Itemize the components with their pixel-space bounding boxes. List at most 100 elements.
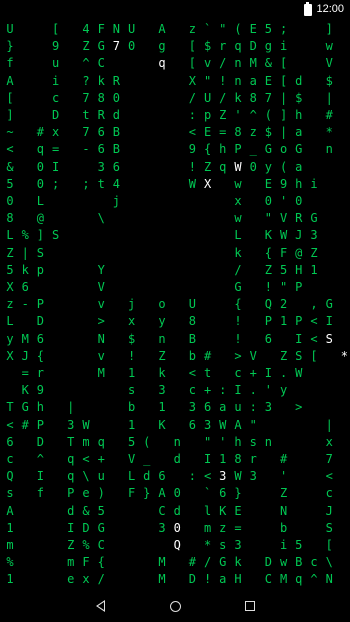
matrix-glyph: [ xyxy=(310,348,318,363)
matrix-glyph: / xyxy=(97,572,105,587)
matrix-glyph: < xyxy=(6,142,14,157)
matrix-glyph: 1 xyxy=(158,400,166,415)
matrix-row: % m F{M # / Gk Dw Bc \ xyxy=(0,553,350,572)
recents-icon xyxy=(245,601,255,611)
matrix-glyph: } xyxy=(234,486,242,501)
matrix-glyph: | xyxy=(325,90,333,105)
matrix-glyph: r xyxy=(249,452,257,466)
matrix-glyph: I xyxy=(36,469,44,484)
matrix-row: Z | Sk{F @ Z xyxy=(0,244,350,263)
matrix-row: < q = -6 B 9{h P _ Go Gn xyxy=(0,140,350,159)
matrix-glyph: V xyxy=(97,280,105,294)
matrix-glyph: N xyxy=(325,572,333,587)
matrix-glyph: S xyxy=(51,228,60,243)
matrix-glyph: q xyxy=(97,434,105,449)
matrix-glyph: 3 xyxy=(264,400,272,415)
matrix-glyph: M xyxy=(158,572,166,587)
matrix-glyph: w xyxy=(234,211,242,226)
matrix-glyph: & xyxy=(6,159,14,174)
status-time: 12:00 xyxy=(316,3,344,15)
matrix-glyph: 3 xyxy=(249,469,257,484)
matrix-row: K 9 s 3 c +: I. ' y xyxy=(0,381,350,400)
matrix-glyph: B xyxy=(112,125,120,140)
matrix-glyph: n xyxy=(325,142,333,157)
matrix-glyph: ) xyxy=(97,486,105,501)
matrix-glyph: n xyxy=(173,434,181,449)
battery-icon xyxy=(304,2,312,16)
matrix-glyph: ] xyxy=(6,108,14,122)
matrix-glyph: g xyxy=(158,39,166,54)
matrix-glyph: B xyxy=(188,331,196,346)
matrix-glyph: ! xyxy=(127,348,136,363)
matrix-glyph: I xyxy=(51,159,60,174)
matrix-glyph: 5 xyxy=(6,176,14,191)
matrix-row: 0 Lj x 0 ' 0 xyxy=(0,192,350,211)
matrix-glyph: / xyxy=(234,262,242,277)
matrix-glyph: * xyxy=(340,348,348,363)
matrix-glyph: $ xyxy=(325,73,333,88)
back-button[interactable] xyxy=(80,590,120,622)
matrix-row: f u ^ Cq[v / n M &[V xyxy=(0,54,350,73)
recents-button[interactable] xyxy=(230,590,270,622)
matrix-glyph: \ xyxy=(325,555,333,570)
matrix-glyph: \ xyxy=(97,211,105,226)
matrix-glyph: A xyxy=(158,22,166,36)
matrix-glyph: { xyxy=(36,348,44,363)
matrix-glyph: P xyxy=(36,417,44,432)
matrix-row: 8 @ \ w " V R G xyxy=(0,209,350,228)
matrix-glyph: M xyxy=(158,555,166,570)
matrix-glyph: 6 xyxy=(36,331,44,346)
matrix-row: Q Iq \ u Ld 6: <3 W 3 ' < xyxy=(0,467,350,486)
matrix-glyph: y xyxy=(279,383,288,398)
matrix-glyph: v xyxy=(97,297,105,312)
matrix-glyph: d xyxy=(295,73,303,88)
matrix-glyph: # xyxy=(325,108,333,122)
matrix-glyph: u xyxy=(97,469,105,484)
matrix-rain-area: U[4 F N U Az ` "(E 5;]} 9 Z G 7 0 g[$ r q Dg i w f u ^ Cq[v / n M… xyxy=(0,20,350,590)
matrix-glyph: 8 xyxy=(188,314,196,329)
matrix-glyph: S xyxy=(325,331,333,346)
matrix-glyph: 0 xyxy=(173,486,181,501)
matrix-glyph: 3 xyxy=(234,538,242,552)
matrix-glyph: w xyxy=(325,39,333,54)
matrix-row: [c 7 8 0/U / k 8 7 | $ | xyxy=(0,89,350,108)
matrix-glyph: > xyxy=(97,314,105,329)
matrix-glyph: 1 xyxy=(127,366,136,380)
matrix-row: < # P 3 W 1 K 6 3 W A " | xyxy=(0,416,350,435)
matrix-row: X 6 V G! " P xyxy=(0,278,350,297)
matrix-glyph: 4 xyxy=(112,176,120,191)
matrix-row: z - Pv j o U{Q 2, G xyxy=(0,295,350,314)
matrix-glyph: G xyxy=(310,211,318,226)
matrix-glyph: A xyxy=(6,503,14,518)
matrix-glyph: 3 xyxy=(158,383,166,398)
matrix-row: ~ # x 7 6 B < E = 8 z $ | a * xyxy=(0,123,350,142)
matrix-glyph: S xyxy=(36,245,44,260)
matrix-row: s f Pe) F} A 0 ` 6} Zc xyxy=(0,484,350,503)
matrix-glyph: V xyxy=(325,56,333,71)
matrix-row: Ad & 5 Cd l K E N J xyxy=(0,502,350,521)
matrix-glyph: w xyxy=(234,176,242,191)
matrix-glyph: U xyxy=(6,22,14,36)
matrix-glyph: | xyxy=(325,417,333,432)
matrix-glyph: [ xyxy=(279,56,288,71)
home-button[interactable] xyxy=(155,590,195,622)
matrix-glyph: V xyxy=(249,348,257,363)
matrix-glyph: U xyxy=(127,22,136,36)
matrix-glyph: ! xyxy=(234,331,242,346)
matrix-glyph: v xyxy=(97,348,105,363)
matrix-glyph: X xyxy=(203,176,212,191)
matrix-glyph: f xyxy=(36,486,44,501)
matrix-glyph: { xyxy=(234,297,242,312)
matrix-glyph: j xyxy=(127,297,136,312)
matrix-glyph: r xyxy=(36,366,44,380)
matrix-glyph: = xyxy=(234,520,242,535)
matrix-glyph: 1 xyxy=(6,520,14,535)
matrix-row: c ^ q < + V _ d I 1 8 r #7 xyxy=(0,450,350,469)
matrix-glyph: A xyxy=(6,73,14,88)
matrix-glyph: c xyxy=(6,452,14,466)
matrix-glyph: ; xyxy=(279,22,288,36)
matrix-glyph: i xyxy=(279,39,288,54)
matrix-glyph: o xyxy=(158,297,166,312)
matrix-glyph: N xyxy=(279,503,288,518)
matrix-glyph: Z xyxy=(279,486,288,501)
